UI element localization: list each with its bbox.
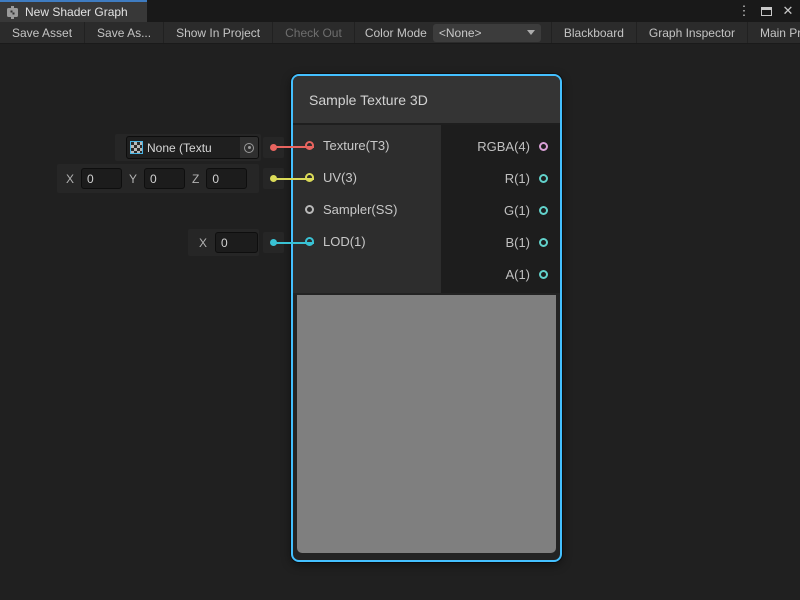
port-b[interactable] xyxy=(539,238,548,247)
port-row: A(1) xyxy=(441,258,560,290)
tab-new-shader-graph[interactable]: New Shader Graph xyxy=(0,0,147,22)
output-ports: RGBA(4) R(1) G(1) B(1) A(1) xyxy=(441,125,560,293)
shader-graph-window: { "window": { "tab_title": "New Shader G… xyxy=(0,0,800,600)
node-title: Sample Texture 3D xyxy=(309,92,428,108)
tab-bar: New Shader Graph ⋮ ✕ xyxy=(0,0,800,22)
x-axis-label: X xyxy=(66,172,74,186)
texture-object-field-row: None (Textu xyxy=(115,134,261,161)
port-row: B(1) xyxy=(441,226,560,258)
save-asset-button[interactable]: Save Asset xyxy=(0,22,85,43)
node-sample-texture-3d[interactable]: Sample Texture 3D Texture(T3) UV(3) Samp… xyxy=(291,74,562,562)
uv-y-input[interactable]: 0 xyxy=(144,168,185,189)
port-label: UV(3) xyxy=(323,170,357,185)
blackboard-button[interactable]: Blackboard xyxy=(551,22,636,43)
tab-title: New Shader Graph xyxy=(25,5,128,19)
uv-x-input[interactable]: 0 xyxy=(81,168,122,189)
port-row: LOD(1) xyxy=(293,225,441,257)
port-label: LOD(1) xyxy=(323,234,366,249)
color-mode-value: <None> xyxy=(439,26,482,40)
port-label: R(1) xyxy=(505,171,530,186)
graph-inspector-button[interactable]: Graph Inspector xyxy=(636,22,747,43)
port-texture[interactable] xyxy=(305,141,314,150)
object-picker-button[interactable] xyxy=(240,137,258,158)
texture-object-field[interactable]: None (Textu xyxy=(126,136,259,159)
port-label: Texture(T3) xyxy=(323,138,389,153)
port-g[interactable] xyxy=(539,206,548,215)
color-mode-dropdown[interactable]: <None> xyxy=(433,24,541,42)
port-label: B(1) xyxy=(505,235,530,250)
port-lod[interactable] xyxy=(305,237,314,246)
edge-texture xyxy=(276,146,314,148)
chevron-down-icon xyxy=(527,30,535,35)
maximize-glyph xyxy=(761,7,772,16)
port-label: Sampler(SS) xyxy=(323,202,397,217)
port-row: Texture(T3) xyxy=(293,129,441,161)
object-picker-icon xyxy=(244,143,254,153)
port-rgba[interactable] xyxy=(539,142,548,151)
port-row: UV(3) xyxy=(293,161,441,193)
input-ports: Texture(T3) UV(3) Sampler(SS) LOD(1) xyxy=(293,125,441,293)
main-preview-button[interactable]: Main Preview xyxy=(747,22,800,43)
lod-input[interactable]: 0 xyxy=(215,232,258,253)
port-row: R(1) xyxy=(441,162,560,194)
port-row: G(1) xyxy=(441,194,560,226)
maximize-icon[interactable] xyxy=(758,3,774,19)
node-ports: Texture(T3) UV(3) Sampler(SS) LOD(1) RGB… xyxy=(293,125,560,293)
show-in-project-button[interactable]: Show In Project xyxy=(164,22,273,43)
toolbar-right-group: Color Mode <None> Blackboard Graph Inspe… xyxy=(355,22,800,43)
save-as-button[interactable]: Save As... xyxy=(85,22,164,43)
uv-z-input[interactable]: 0 xyxy=(206,168,247,189)
z-axis-label: Z xyxy=(192,172,199,186)
node-header[interactable]: Sample Texture 3D xyxy=(293,76,560,125)
edge-uv xyxy=(276,178,314,180)
port-row: Sampler(SS) xyxy=(293,193,441,225)
port-label: G(1) xyxy=(504,203,530,218)
texture-field-value: None (Textu xyxy=(147,141,240,155)
edge-lod xyxy=(276,242,314,244)
shader-graph-icon xyxy=(6,6,19,19)
color-mode-label: Color Mode xyxy=(355,22,433,43)
port-sampler[interactable] xyxy=(305,205,314,214)
lod-field-row: X 0 xyxy=(188,229,259,256)
window-controls: ⋮ ✕ xyxy=(736,0,796,22)
uv-vector3-field-row: X 0 Y 0 Z 0 xyxy=(57,164,259,193)
texture-thumbnail-icon xyxy=(130,141,143,154)
port-r[interactable] xyxy=(539,174,548,183)
port-row: RGBA(4) xyxy=(441,130,560,162)
port-a[interactable] xyxy=(539,270,548,279)
y-axis-label: Y xyxy=(129,172,137,186)
port-label: A(1) xyxy=(505,267,530,282)
close-icon[interactable]: ✕ xyxy=(780,3,796,19)
port-label: RGBA(4) xyxy=(477,139,530,154)
more-options-icon[interactable]: ⋮ xyxy=(736,3,752,19)
x-axis-label: X xyxy=(199,236,207,250)
check-out-button: Check Out xyxy=(273,22,355,43)
port-uv[interactable] xyxy=(305,173,314,182)
graph-toolbar: Save Asset Save As... Show In Project Ch… xyxy=(0,22,800,44)
node-preview xyxy=(297,295,556,553)
